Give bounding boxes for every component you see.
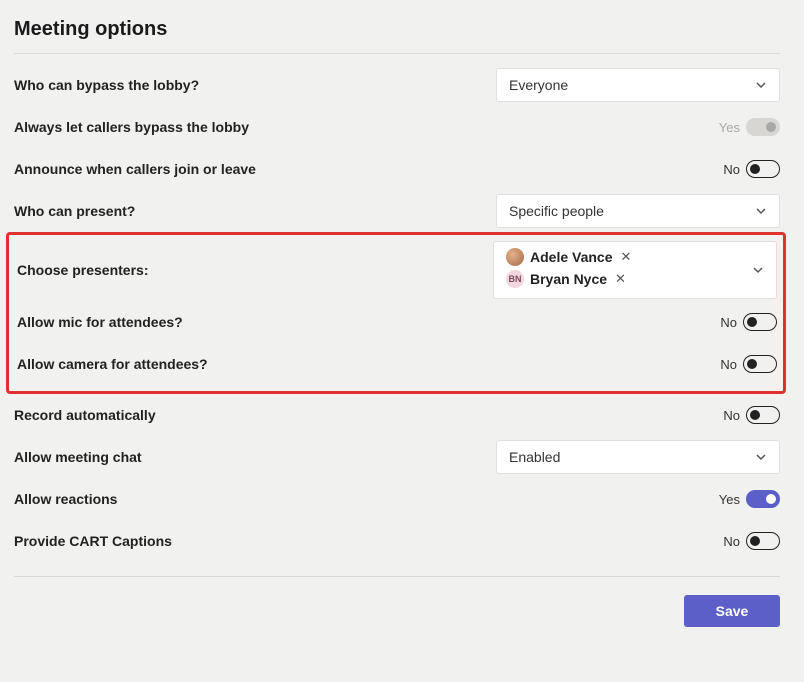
toggle-cart-captions-text: No — [723, 534, 740, 549]
presenter-name: Adele Vance — [530, 249, 613, 265]
chevron-down-icon — [752, 264, 764, 276]
label-announce-callers: Announce when callers join or leave — [14, 161, 256, 177]
dropdown-allow-chat-value: Enabled — [509, 449, 560, 465]
toggle-record-auto[interactable] — [746, 406, 780, 424]
remove-presenter-icon[interactable]: ✕ — [615, 271, 626, 287]
chevron-down-icon — [755, 451, 767, 463]
footer: Save — [14, 576, 780, 627]
toggle-allow-reactions[interactable] — [746, 490, 780, 508]
label-choose-presenters: Choose presenters: — [17, 262, 148, 278]
label-callers-bypass: Always let callers bypass the lobby — [14, 119, 249, 135]
dropdown-bypass-lobby[interactable]: Everyone — [496, 68, 780, 102]
row-record-auto: Record automatically No — [14, 394, 780, 436]
row-allow-mic: Allow mic for attendees? No — [17, 301, 777, 343]
row-allow-chat: Allow meeting chat Enabled — [14, 436, 780, 478]
divider — [14, 53, 780, 54]
avatar: BN — [506, 270, 524, 288]
dropdown-allow-chat[interactable]: Enabled — [496, 440, 780, 474]
row-announce-callers: Announce when callers join or leave No — [14, 148, 780, 190]
toggle-callers-bypass — [746, 118, 780, 136]
row-bypass-lobby: Who can bypass the lobby? Everyone — [14, 64, 780, 106]
row-allow-reactions: Allow reactions Yes — [14, 478, 780, 520]
avatar — [506, 248, 524, 266]
page-title: Meeting options — [14, 18, 780, 41]
presenter-chip: Adele Vance ✕ — [506, 248, 631, 266]
presenter-name: Bryan Nyce — [530, 271, 607, 287]
label-allow-camera: Allow camera for attendees? — [17, 356, 208, 372]
toggle-allow-mic[interactable] — [743, 313, 777, 331]
label-allow-chat: Allow meeting chat — [14, 449, 142, 465]
toggle-callers-bypass-text: Yes — [719, 120, 740, 135]
label-bypass-lobby: Who can bypass the lobby? — [14, 77, 199, 93]
save-button[interactable]: Save — [684, 595, 780, 627]
row-choose-presenters: Choose presenters: Adele Vance ✕ BN Brya… — [17, 239, 777, 301]
toggle-announce-text: No — [723, 162, 740, 177]
toggle-record-auto-text: No — [723, 408, 740, 423]
row-allow-camera: Allow camera for attendees? No — [17, 343, 777, 385]
presenter-chip: BN Bryan Nyce ✕ — [506, 270, 631, 288]
label-allow-reactions: Allow reactions — [14, 491, 117, 507]
row-who-present: Who can present? Specific people — [14, 190, 780, 232]
toggle-announce-callers[interactable] — [746, 160, 780, 178]
chevron-down-icon — [755, 79, 767, 91]
toggle-cart-captions[interactable] — [746, 532, 780, 550]
label-cart-captions: Provide CART Captions — [14, 533, 172, 549]
remove-presenter-icon[interactable]: ✕ — [621, 249, 632, 265]
dropdown-bypass-lobby-value: Everyone — [509, 77, 568, 93]
toggle-allow-camera-text: No — [720, 357, 737, 372]
presenter-picker[interactable]: Adele Vance ✕ BN Bryan Nyce ✕ — [493, 241, 777, 299]
dropdown-who-present[interactable]: Specific people — [496, 194, 780, 228]
row-callers-bypass: Always let callers bypass the lobby Yes — [14, 106, 780, 148]
label-allow-mic: Allow mic for attendees? — [17, 314, 183, 330]
chevron-down-icon — [755, 205, 767, 217]
row-cart-captions: Provide CART Captions No — [14, 520, 780, 562]
toggle-allow-camera[interactable] — [743, 355, 777, 373]
toggle-allow-mic-text: No — [720, 315, 737, 330]
dropdown-who-present-value: Specific people — [509, 203, 604, 219]
toggle-allow-reactions-text: Yes — [719, 492, 740, 507]
highlight-region: Choose presenters: Adele Vance ✕ BN Brya… — [6, 232, 786, 394]
label-record-auto: Record automatically — [14, 407, 156, 423]
label-who-present: Who can present? — [14, 203, 135, 219]
